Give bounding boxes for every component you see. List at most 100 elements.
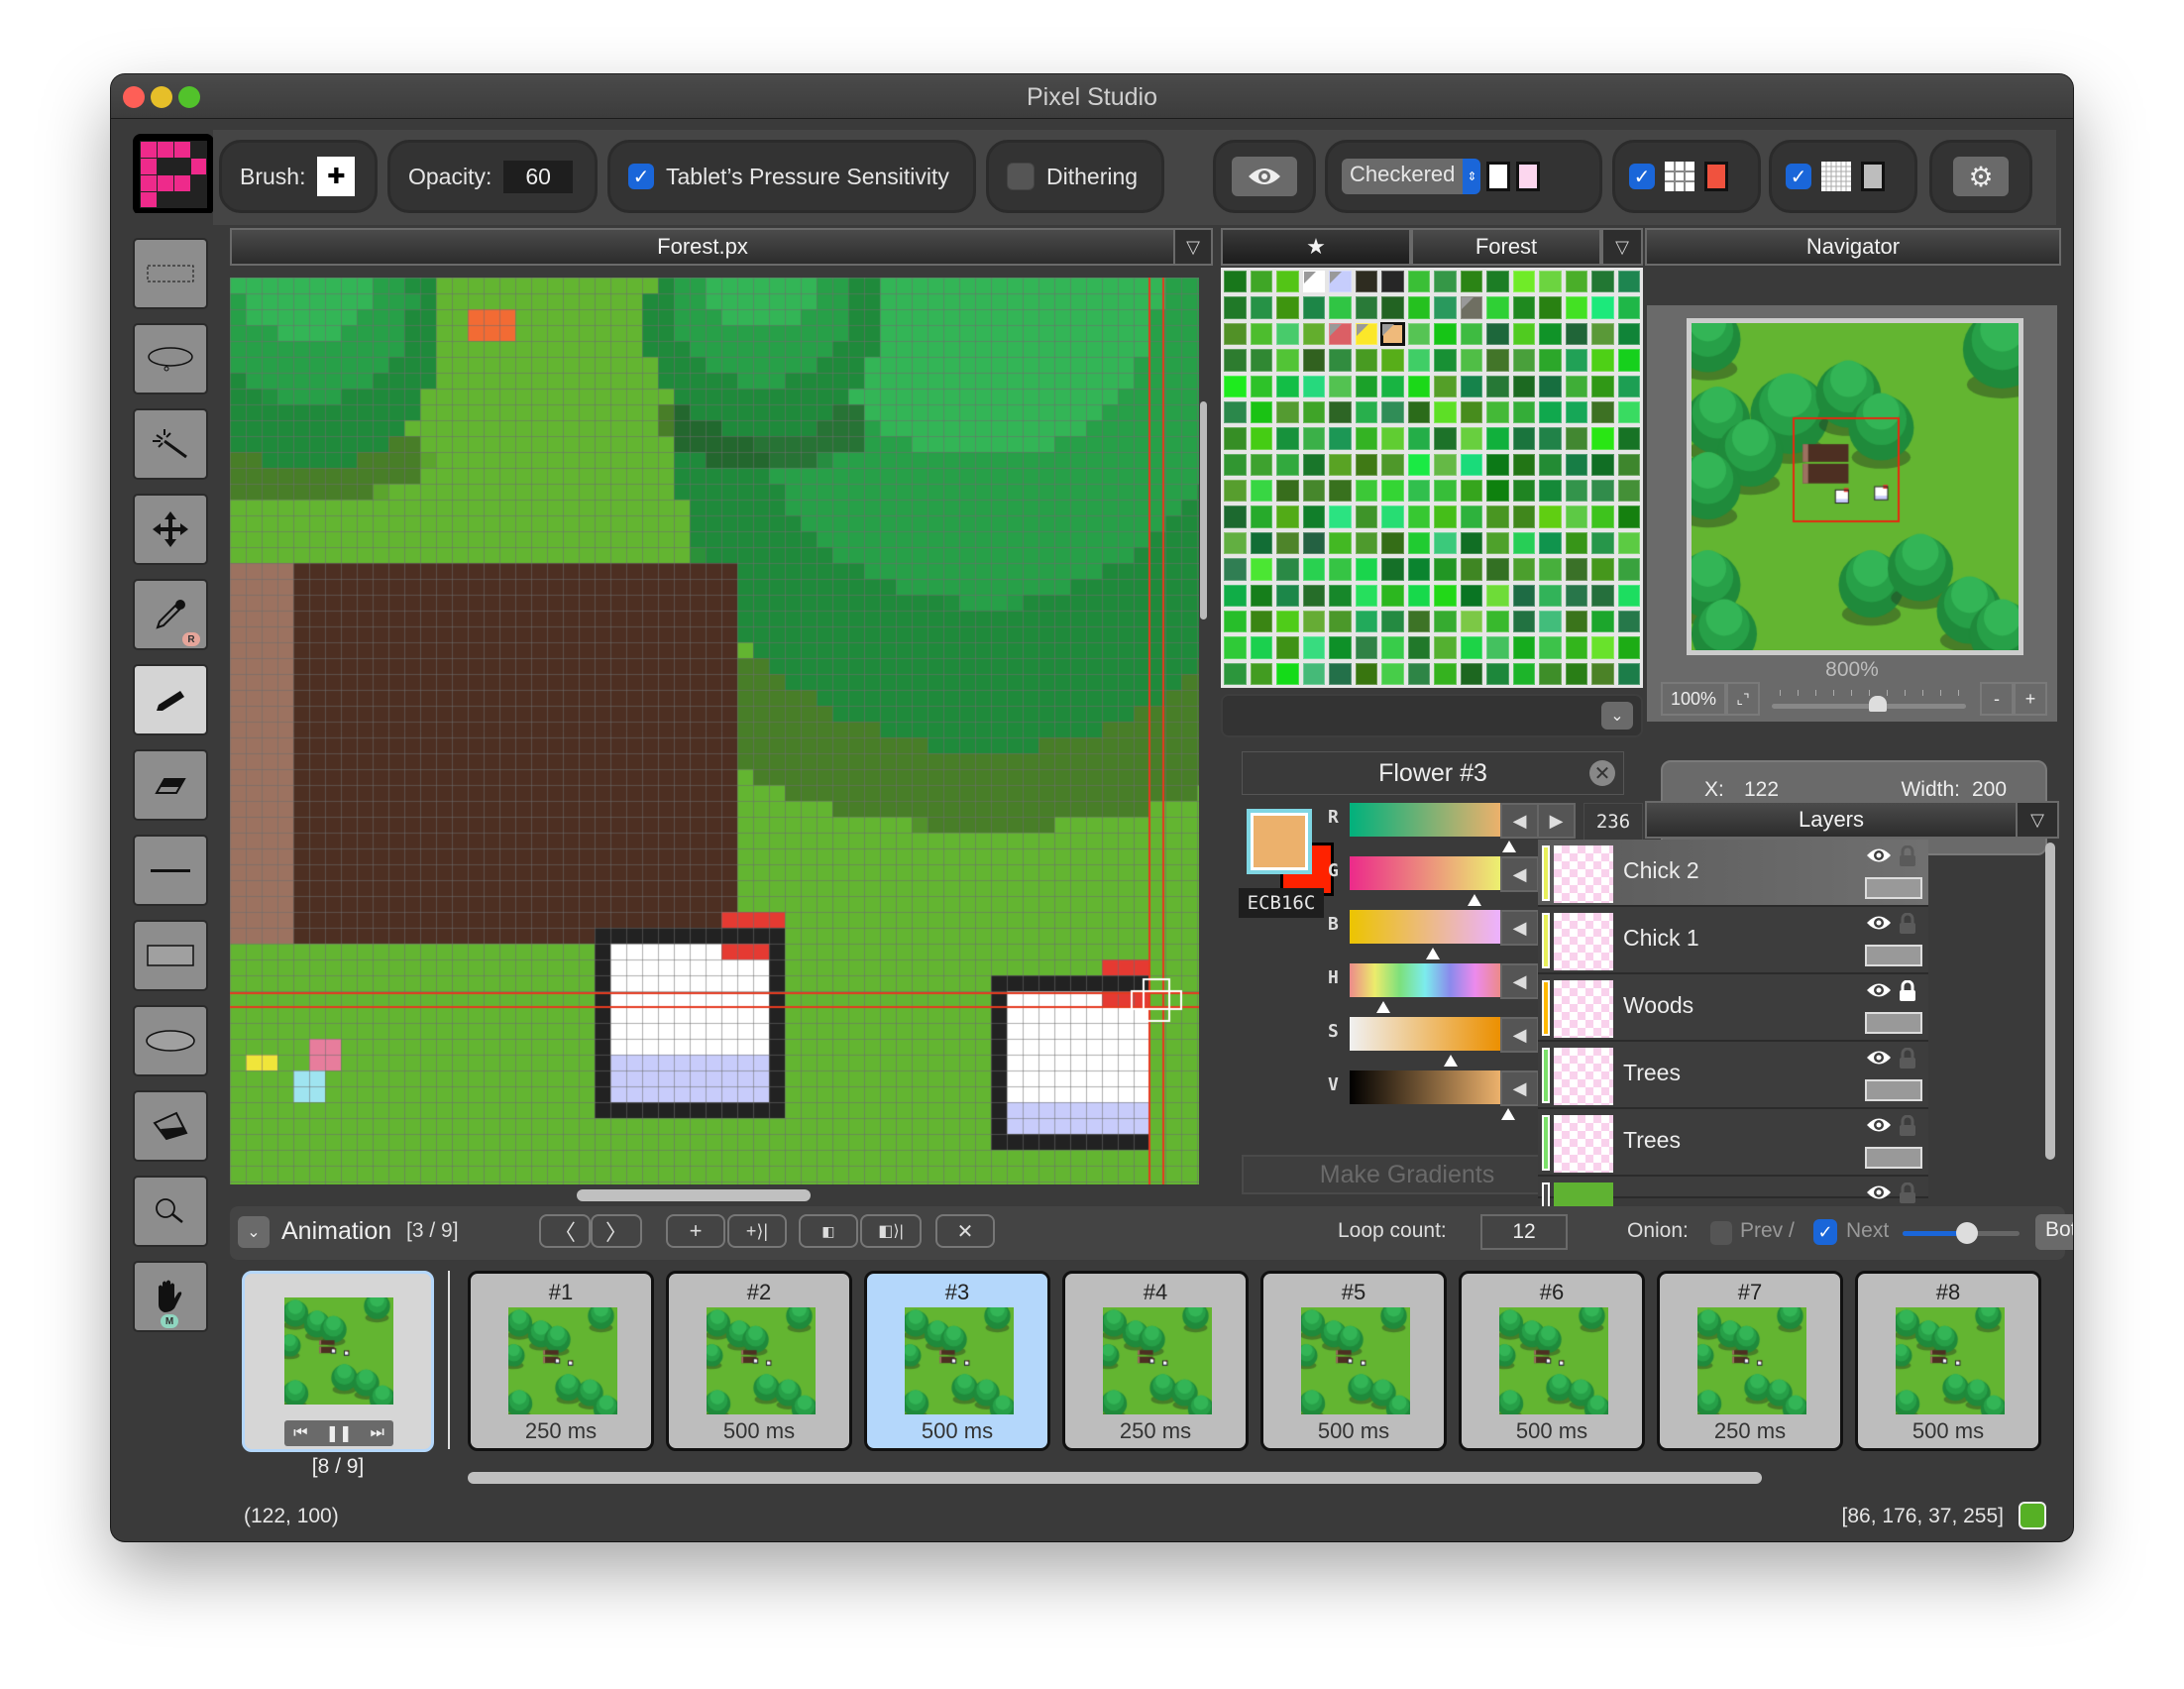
palette-swatch[interactable] [1355,375,1377,397]
decrement-button[interactable]: ◀ [1500,803,1539,839]
palette-swatch[interactable] [1460,349,1482,372]
grid-checkbox[interactable]: ✓ [1629,164,1655,189]
duplicate-frame-end-button[interactable]: ◧⟩| [860,1214,922,1248]
slider-thumb[interactable] [1444,1055,1459,1067]
palette-swatch[interactable] [1486,531,1509,555]
tool-move[interactable] [133,494,208,565]
onion-position-select[interactable]: Bottom ⇕ [2035,1214,2073,1250]
palette-swatch[interactable] [1460,480,1482,503]
palette-swatch[interactable] [1460,375,1482,397]
palette-swatch[interactable] [1407,322,1430,346]
palette-swatch[interactable] [1381,610,1404,633]
eye-icon[interactable] [1865,980,1893,1006]
palette-swatch[interactable] [1302,636,1325,659]
palette-swatch[interactable] [1617,349,1640,372]
eye-icon[interactable] [1865,845,1893,871]
pixel-grid-color-swatch[interactable] [1861,162,1885,191]
palette-swatch[interactable] [1329,427,1352,450]
palette-swatch[interactable] [1276,453,1299,476]
palette-swatch[interactable] [1617,375,1640,397]
palette-swatch[interactable] [1591,427,1614,450]
palette-swatch[interactable] [1512,506,1535,528]
tool-ellipse[interactable] [133,1005,208,1076]
layer-row[interactable]: Chick 1 [1538,907,1928,974]
zoom-slider-thumb[interactable] [1868,696,1887,712]
palette-swatch[interactable] [1617,453,1640,476]
palette-swatch[interactable] [1224,584,1247,607]
pixel-grid-checkbox[interactable]: ✓ [1786,164,1811,189]
delete-frame-button[interactable]: ✕ [935,1214,995,1248]
palette-swatch[interactable] [1434,375,1457,397]
palette-swatch[interactable] [1329,531,1352,555]
palette-swatch[interactable] [1512,271,1535,293]
previous-frame-button[interactable]: 〈 [539,1214,591,1248]
palette-swatch[interactable] [1355,610,1377,633]
palette-swatch[interactable] [1250,480,1272,503]
palette-swatch[interactable] [1591,375,1614,397]
opacity-input[interactable]: 60 [503,160,573,193]
slider-thumb[interactable] [1500,1108,1515,1120]
palette-swatch[interactable] [1355,558,1377,581]
palette-swatch[interactable] [1591,531,1614,555]
palette-swatch[interactable] [1224,610,1247,633]
tool-eraser[interactable] [133,749,208,821]
collapse-animation-button[interactable]: ⌄ [238,1216,270,1248]
skip-forward-icon[interactable]: ⏭ [371,1424,384,1442]
palette-swatch[interactable] [1617,531,1640,555]
palette-swatch[interactable] [1486,558,1509,581]
palette-swatch[interactable] [1407,558,1430,581]
palette-swatch[interactable] [1460,296,1482,319]
skip-back-icon[interactable]: ⏮ [293,1424,307,1442]
slider-thumb[interactable] [1426,948,1441,959]
palette-swatch[interactable] [1565,400,1587,424]
palette-swatch[interactable] [1460,322,1482,346]
color-name-field[interactable]: Flower #3 ✕ [1242,751,1624,795]
background-mode-select[interactable]: Checkered ⇕ [1342,159,1481,194]
palette-swatch[interactable] [1460,610,1482,633]
lock-icon[interactable] [1899,1182,1916,1204]
tool-zoom[interactable] [133,1176,208,1247]
palette-swatch[interactable] [1434,427,1457,450]
palette-swatch[interactable] [1407,453,1430,476]
animation-frame[interactable]: #6 500 ms [1459,1271,1645,1451]
palette-swatch[interactable] [1512,427,1535,450]
palette-swatch[interactable] [1276,662,1299,685]
palette-swatch[interactable] [1407,296,1430,319]
palette-swatch[interactable] [1407,375,1430,397]
frames-scrollbar[interactable] [468,1472,1762,1484]
channel-slider-g[interactable] [1350,856,1500,890]
palette-swatch[interactable] [1381,584,1404,607]
palette-swatch[interactable] [1565,584,1587,607]
palette-swatch[interactable] [1434,610,1457,633]
palette-swatch[interactable] [1302,400,1325,424]
palette-swatch[interactable] [1565,296,1587,319]
layer-row[interactable] [1538,1177,1928,1240]
palette-swatch[interactable] [1565,558,1587,581]
palette-swatch[interactable] [1276,558,1299,581]
palette-swatch[interactable] [1407,636,1430,659]
palette-swatch[interactable] [1591,480,1614,503]
palette-swatch[interactable] [1250,453,1272,476]
palette-swatch[interactable] [1276,322,1299,346]
palette-swatch[interactable] [1407,506,1430,528]
eye-icon[interactable] [1865,1182,1893,1208]
animation-frame[interactable]: #3 500 ms [864,1271,1050,1451]
palette-swatch[interactable] [1617,427,1640,450]
decrement-button[interactable]: ◀ [1500,1017,1539,1053]
palette-swatch[interactable] [1591,271,1614,293]
palette-swatch[interactable] [1250,400,1272,424]
palette-swatch[interactable] [1591,349,1614,372]
palette-swatch[interactable] [1407,662,1430,685]
palette-swatch[interactable] [1486,400,1509,424]
palette-swatch[interactable] [1276,636,1299,659]
lock-icon[interactable] [1899,1047,1916,1070]
palette-swatch[interactable] [1486,662,1509,685]
palette-swatch[interactable] [1224,271,1247,293]
palette-swatch[interactable] [1591,610,1614,633]
palette-swatch[interactable] [1355,322,1377,346]
palette-swatch[interactable] [1486,480,1509,503]
palette-swatch[interactable] [1486,296,1509,319]
lock-icon[interactable] [1899,1114,1916,1137]
layers-menu-button[interactable]: ▽ [2016,801,2059,839]
document-tab[interactable]: Forest.px [230,228,1175,266]
